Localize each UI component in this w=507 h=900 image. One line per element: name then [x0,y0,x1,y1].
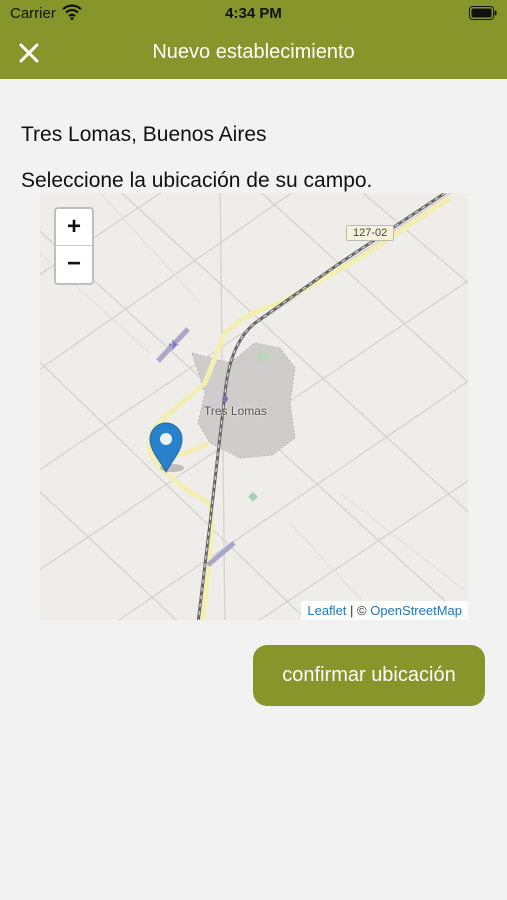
zoom-in-button[interactable]: + [56,209,92,246]
status-time: 4:34 PM [225,5,282,22]
confirm-location-button[interactable]: confirmar ubicación [253,645,485,706]
town-area [191,342,296,459]
battery-icon [469,6,497,24]
leaflet-link[interactable]: Leaflet [307,603,346,618]
instruction-text: Seleccione la ubicación de su campo. [21,169,373,192]
page-title: Nuevo establecimiento [152,41,355,63]
airport-icon: ✈ [168,337,180,353]
close-icon[interactable] [16,40,42,66]
location-text: Tres Lomas, Buenos Aires [21,123,267,146]
highway [146,195,452,459]
park-south [248,491,258,502]
station-icon [222,396,228,402]
road-label: 127-02 [346,225,395,241]
attribution-separator: | © [346,603,371,618]
town-label: Tres Lomas [204,404,267,418]
park [258,353,268,361]
location-marker-icon[interactable] [148,422,184,479]
nav-bar: Nuevo establecimiento [0,28,507,79]
map-attribution: Leaflet | © OpenStreetMap [301,601,468,620]
openstreetmap-link[interactable]: OpenStreetMap [370,603,462,618]
zoom-out-button[interactable]: − [56,246,92,282]
status-bar: Carrier 4:34 PM [0,0,507,28]
map[interactable]: ✈ + − 127-02 Tres Lomas Leaflet | © Open… [40,193,468,620]
zoom-control: + − [54,207,94,285]
